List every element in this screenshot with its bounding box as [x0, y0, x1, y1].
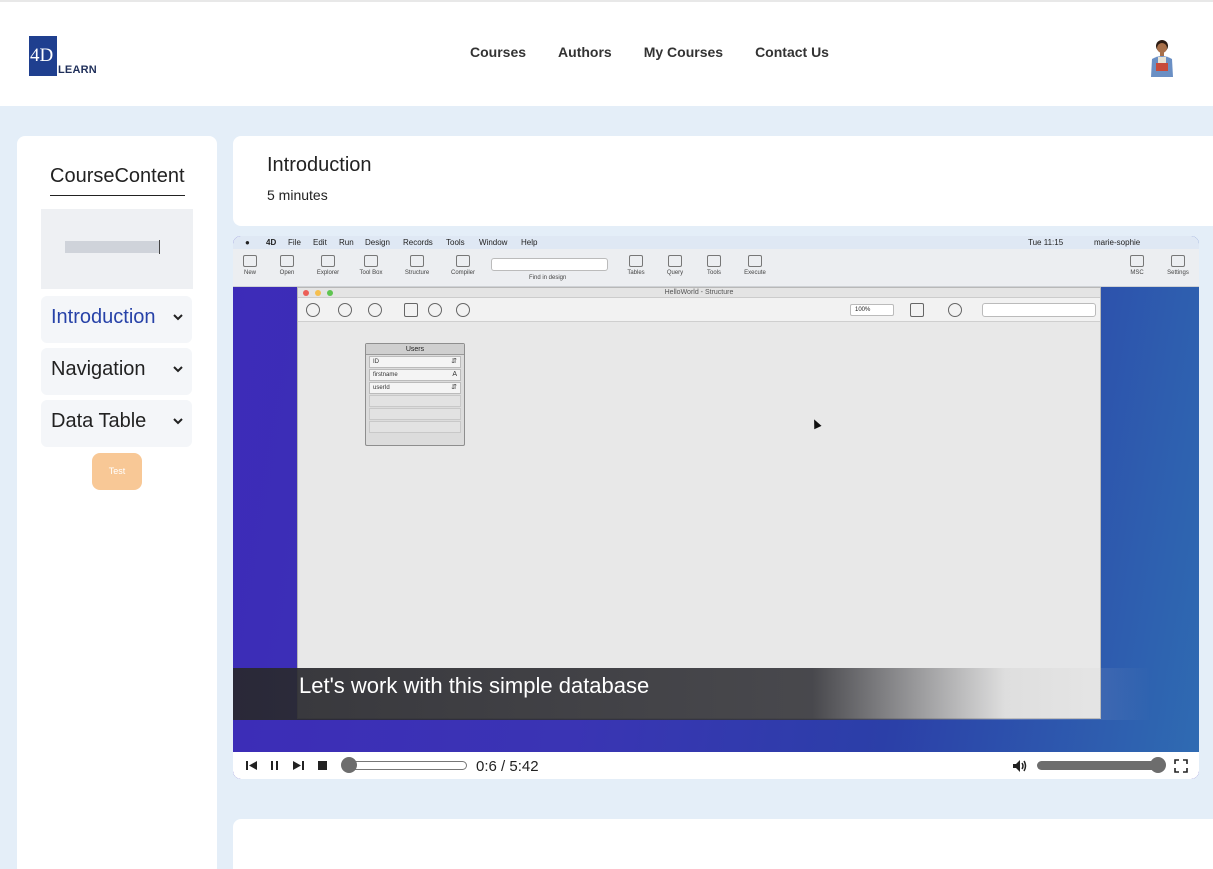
logo-text: LEARN	[58, 64, 97, 76]
video-window-search	[982, 303, 1096, 317]
progress-slider[interactable]	[341, 757, 358, 773]
test-button[interactable]: Test	[92, 453, 142, 490]
sidebar-item-introduction[interactable]: Introduction	[41, 296, 192, 343]
gear-icon	[338, 303, 352, 317]
top-header: 4D LEARN Courses Authors My Courses Cont…	[0, 0, 1213, 106]
magnifier-gear-icon	[368, 303, 382, 317]
volume-slider[interactable]	[1150, 757, 1166, 773]
nav-courses[interactable]: Courses	[470, 44, 526, 60]
video-tb-query: Query	[657, 255, 693, 276]
add-icon	[306, 303, 320, 317]
video-menu-item: Help	[521, 238, 538, 247]
apple-icon: ●	[245, 238, 250, 247]
video-tb-settings: Settings	[1160, 255, 1196, 276]
sidebar-item-label: Navigation	[51, 358, 146, 380]
video-tb-search	[491, 258, 608, 271]
volume-track[interactable]	[1037, 761, 1162, 770]
video-window-tools: 100%	[298, 298, 1100, 322]
course-sidebar: CourseContent Introduction Navigation Da…	[17, 136, 217, 869]
video-menu-item: Window	[479, 238, 508, 247]
video-tb-toolbox: Tool Box	[353, 255, 389, 276]
zoom-dot-icon	[327, 290, 333, 296]
main-nav: Courses Authors My Courses Contact Us	[470, 44, 829, 60]
avatar[interactable]	[1147, 37, 1177, 77]
video-tb-new: New	[233, 255, 268, 276]
fullscreen-icon[interactable]	[1174, 759, 1188, 773]
video-menu-item: Run	[339, 238, 354, 247]
minimize-dot-icon	[315, 290, 321, 296]
video-player[interactable]: ● 4D File Edit Run Design Records Tools …	[233, 236, 1199, 779]
logo[interactable]: 4D LEARN	[29, 36, 99, 76]
mouse-cursor-icon	[810, 417, 822, 430]
pause-icon[interactable]	[268, 759, 281, 772]
key-icon	[428, 303, 442, 317]
video-zoom-select: 100%	[850, 304, 894, 316]
video-tb-open: Open	[269, 255, 305, 276]
chevron-down-icon	[173, 418, 183, 425]
sidebar-search-area[interactable]	[41, 209, 193, 289]
stop-icon[interactable]	[316, 759, 329, 772]
video-tb-tools: Tools	[696, 255, 732, 276]
bottom-card	[233, 819, 1213, 869]
video-menu-item: Edit	[313, 238, 327, 247]
folder-icon	[910, 303, 924, 317]
chevron-down-icon	[173, 366, 183, 373]
video-menu-clock: Tue 11:15	[1028, 238, 1064, 247]
video-table-empty-row	[369, 421, 461, 433]
video-tb-compiler: Compiler	[445, 255, 481, 276]
search-placeholder-bar	[65, 241, 160, 253]
sidebar-item-navigation[interactable]: Navigation	[41, 348, 192, 395]
nav-my-courses[interactable]: My Courses	[644, 44, 723, 60]
video-table-field: ID ⇵	[369, 356, 461, 368]
video-table-empty-row	[369, 408, 461, 420]
video-menu-item: Records	[403, 238, 433, 247]
video-4d-toolbar: New Open Explorer Tool Box Structure Com…	[233, 249, 1199, 287]
nav-contact-us[interactable]: Contact Us	[755, 44, 829, 60]
sidebar-item-label: Data Table	[51, 410, 147, 432]
video-tb-tables: Tables	[618, 255, 654, 276]
video-menu-item: Design	[365, 238, 390, 247]
video-menu-item: Tools	[446, 238, 465, 247]
video-structure-window: HelloWorld - Structure 100% Users ID ⇵ fi…	[297, 287, 1101, 719]
video-menu-app: 4D	[266, 238, 277, 247]
link-icon	[456, 303, 470, 317]
lesson-title: Introduction	[267, 154, 372, 176]
close-dot-icon	[303, 290, 309, 296]
video-menu-user: marie-sophie	[1094, 238, 1141, 247]
nav-authors[interactable]: Authors	[558, 44, 612, 60]
lesson-header-card: Introduction 5 minutes	[233, 136, 1213, 226]
video-tb-explorer: Explorer	[310, 255, 346, 276]
chevron-down-icon	[173, 314, 183, 321]
video-table-name: Users	[366, 344, 464, 355]
text-caret	[159, 240, 160, 254]
progress-track[interactable]	[343, 761, 467, 770]
video-tb-msc: MSC	[1119, 255, 1155, 276]
eye-icon	[948, 303, 962, 317]
sidebar-item-label: Introduction	[51, 306, 156, 328]
video-menu-item: File	[288, 238, 301, 247]
sidebar-title: CourseContent	[50, 165, 185, 196]
video-tb-execute: Execute	[737, 255, 773, 276]
video-window-title: HelloWorld - Structure	[298, 288, 1100, 298]
video-subtitle: Let's work with this simple database	[299, 673, 650, 698]
skip-forward-icon[interactable]	[292, 759, 305, 772]
lesson-duration: 5 minutes	[267, 187, 328, 203]
video-table-field: userId ⇵	[369, 382, 461, 394]
video-table-field: firstname A	[369, 369, 461, 381]
video-table-empty-row	[369, 395, 461, 407]
skip-back-icon[interactable]	[245, 759, 258, 772]
video-tb-search-label: Find in design	[529, 275, 567, 281]
video-time: 0:6 / 5:42	[476, 758, 539, 775]
video-frame: ● 4D File Edit Run Design Records Tools …	[233, 236, 1199, 752]
video-tb-structure: Structure	[399, 255, 435, 276]
logo-mark: 4D	[29, 36, 57, 76]
list-icon	[404, 303, 418, 317]
video-controls: 0:6 / 5:42	[233, 752, 1199, 779]
video-users-table: Users ID ⇵ firstname A userId ⇵	[365, 343, 465, 446]
sidebar-item-data-table[interactable]: Data Table	[41, 400, 192, 447]
volume-icon[interactable]	[1012, 759, 1028, 773]
video-mac-menubar: ● 4D File Edit Run Design Records Tools …	[233, 236, 1199, 249]
